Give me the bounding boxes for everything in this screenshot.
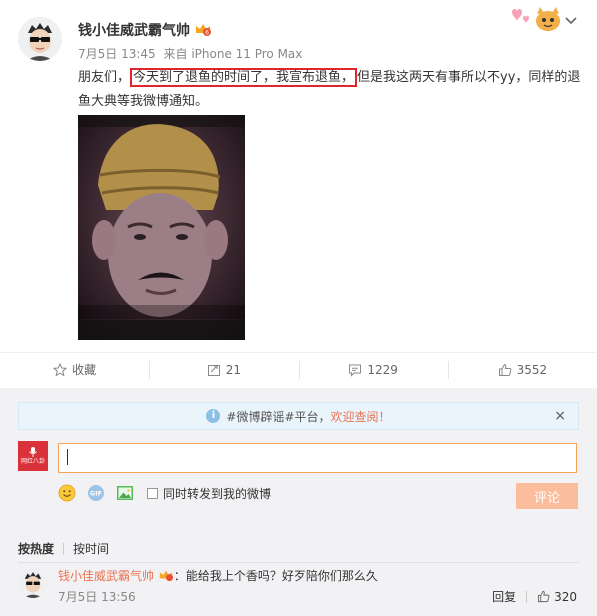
comment-section: i #微博辟谣#平台， 欢迎查阅！ × 网红八卦 GIF 同时转发到我的微博 评… xyxy=(0,388,597,616)
sort-by-time-tab[interactable]: 按时间 xyxy=(73,540,109,557)
reply-button[interactable]: 回复 xyxy=(492,588,516,605)
current-user-avatar: 网红八卦 xyxy=(18,441,48,471)
submit-comment-button[interactable]: 评论 xyxy=(516,483,578,509)
chevron-down-icon[interactable] xyxy=(563,12,579,28)
favorite-label: 收藏 xyxy=(72,363,97,377)
highlighted-text: 今天到了退鱼的时间了，我宣布退鱼， xyxy=(130,68,358,87)
svg-text:GIF: GIF xyxy=(90,490,102,498)
weibo-post-card: 钱小佳威武霸气帅 6 7月5日 13:45 来自 iPhone 11 Pro M… xyxy=(0,0,597,616)
comment-sort-tabs: 按热度 按时间 xyxy=(18,540,109,557)
microphone-icon xyxy=(29,447,37,457)
repost-option-label: 同时转发到我的微博 xyxy=(163,486,272,501)
close-icon[interactable]: × xyxy=(554,408,566,424)
like-count: 3552 xyxy=(516,362,548,377)
thumbs-up-icon[interactable] xyxy=(537,590,550,603)
thumbs-up-icon xyxy=(498,363,511,376)
comment-text: ：能给我上个香吗？好歹陪你们那么久 xyxy=(173,569,378,583)
rumor-notice-banner[interactable]: i #微博辟谣#平台， 欢迎查阅！ × xyxy=(18,402,579,430)
commenter-name[interactable]: 钱小佳威武霸气帅 xyxy=(58,569,154,583)
repost-to-my-weibo-checkbox[interactable]: 同时转发到我的微博 xyxy=(147,485,271,502)
cartoon-decoration-icon xyxy=(512,7,560,31)
gif-icon[interactable]: GIF xyxy=(87,484,105,502)
comment-like-count: 320 xyxy=(554,589,577,604)
author-name[interactable]: 钱小佳威武霸气帅 xyxy=(78,20,190,40)
divider xyxy=(18,562,579,563)
comment-icon xyxy=(349,364,362,377)
commenter-avatar[interactable] xyxy=(18,568,48,598)
comment-count: 1229 xyxy=(367,362,398,377)
current-user-label: 网红八卦 xyxy=(20,458,45,465)
favorite-button[interactable]: 收藏 xyxy=(0,353,149,386)
repost-count: 21 xyxy=(225,362,242,377)
comment-button[interactable]: 1229 xyxy=(298,353,448,386)
vip-crown-icon: 6 xyxy=(196,24,211,37)
post-video-thumbnail[interactable] xyxy=(78,115,245,340)
author-avatar[interactable] xyxy=(18,17,62,61)
like-button[interactable]: 3552 xyxy=(447,353,597,386)
notice-link[interactable]: 欢迎查阅！ xyxy=(331,408,391,425)
vip-crown-icon xyxy=(159,570,173,582)
repost-icon xyxy=(207,364,220,376)
post-date[interactable]: 7月5日 13:45 xyxy=(78,47,156,61)
comment-input[interactable] xyxy=(58,443,577,473)
composer-tools: GIF 同时转发到我的微博 xyxy=(58,482,271,504)
repost-button[interactable]: 21 xyxy=(149,353,298,386)
comment-actions: 回复 320 xyxy=(492,588,577,605)
comment-item: 钱小佳威武霸气帅 ：能给我上个香吗？好歹陪你们那么久 xyxy=(58,567,378,584)
comment-time: 7月5日 13:56 xyxy=(58,590,136,604)
post-source: 来自 iPhone 11 Pro Max xyxy=(163,47,303,61)
post-meta: 7月5日 13:45 来自 iPhone 11 Pro Max xyxy=(78,45,306,62)
post-text: 朋友们， 今天到了退鱼的时间了，我宣布退鱼， 但是我这两天有事所以不yy，同样的退鱼… xyxy=(78,66,583,114)
emoji-icon[interactable] xyxy=(58,484,76,502)
checkbox-box[interactable] xyxy=(147,487,158,499)
post-text-before: 朋友们， xyxy=(78,70,131,85)
star-icon xyxy=(53,362,68,377)
info-icon: i xyxy=(206,409,221,423)
svg-text:6: 6 xyxy=(205,30,209,37)
notice-text: #微博辟谣#平台， xyxy=(226,409,331,424)
sort-by-heat-tab[interactable]: 按热度 xyxy=(18,540,54,557)
image-icon[interactable] xyxy=(116,484,134,502)
post-action-bar: 收藏 21 1229 3552 xyxy=(0,352,597,386)
